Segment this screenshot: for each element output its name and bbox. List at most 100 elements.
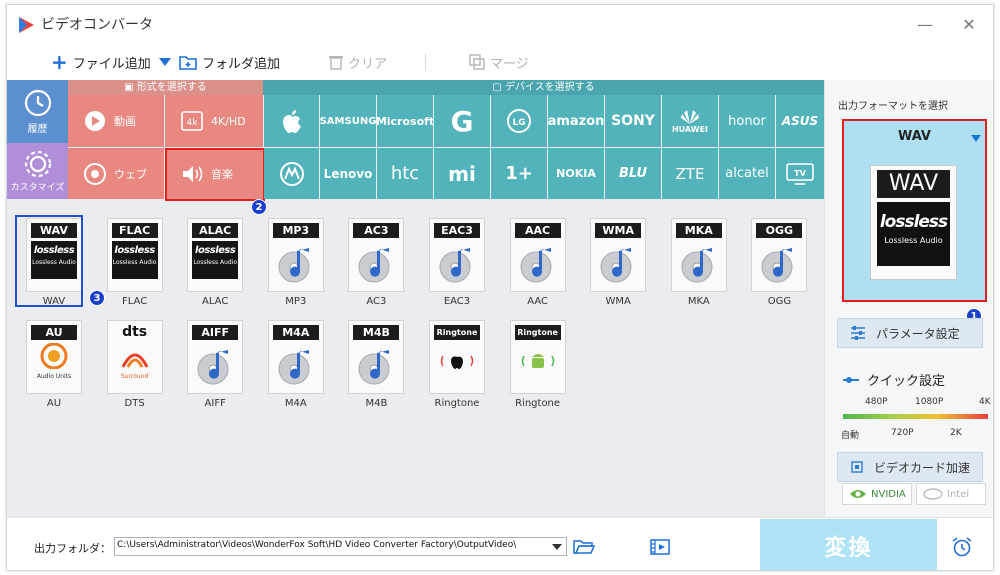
format-tile-name: M4A bbox=[284, 398, 307, 409]
format-tile-ringtone[interactable]: Ringtone Ringtone bbox=[420, 320, 494, 409]
format-icon-label: WMA bbox=[595, 223, 642, 238]
step-badge-3: 3 bbox=[89, 290, 105, 306]
format-tile-wma[interactable]: WMA WMA bbox=[581, 218, 655, 307]
format-icon-sub: Audio Units bbox=[36, 373, 72, 380]
chevron-down-icon[interactable] bbox=[552, 544, 562, 550]
format-tile-ac3[interactable]: AC3 AC3 bbox=[339, 218, 413, 307]
category-web[interactable]: ウェブ bbox=[68, 148, 164, 199]
quick-settings-icon bbox=[843, 376, 859, 383]
format-tile-mp3[interactable]: MP3 MP3 bbox=[259, 218, 333, 307]
history-tab[interactable]: 履歴 bbox=[7, 80, 68, 143]
format-icon-box: AAC bbox=[509, 218, 566, 292]
category-hd-label: 4K/HD bbox=[211, 114, 246, 128]
device-lg[interactable]: LG bbox=[491, 95, 547, 147]
format-tile-name: FLAC bbox=[121, 296, 148, 307]
app-window: ビデオコンバータ — ✕ + ファイル追加 フォルダ追加 クリア マージ ▣ 形… bbox=[6, 4, 994, 571]
close-button[interactable]: ✕ bbox=[957, 13, 981, 37]
format-icon-label: AAC bbox=[514, 223, 561, 238]
format-tile-ogg[interactable]: OGG OGG bbox=[742, 218, 816, 307]
format-icon-label: AU bbox=[31, 325, 77, 340]
format-tile-m4b[interactable]: M4B M4B bbox=[339, 320, 413, 409]
category-web-label: ウェブ bbox=[114, 167, 147, 181]
format-tile-dts[interactable]: dts Surround DTS bbox=[98, 320, 172, 409]
device-alcatel[interactable]: alcatel bbox=[719, 148, 775, 199]
device-asus[interactable]: ASUS bbox=[776, 95, 824, 147]
music-disc-icon bbox=[353, 243, 399, 289]
format-icon-label: Ringtone bbox=[434, 325, 480, 340]
device-amazon[interactable]: amazon bbox=[548, 95, 604, 147]
alarm-clock-icon[interactable] bbox=[951, 536, 973, 558]
format-icon-label: M4B bbox=[353, 325, 400, 340]
device-nokia[interactable]: NOKIA bbox=[548, 148, 604, 199]
folder-plus-icon bbox=[179, 56, 197, 70]
category-video[interactable]: 動画 bbox=[68, 95, 164, 147]
quick-slider-track[interactable] bbox=[843, 414, 988, 419]
device-microsoft[interactable]: Microsoft bbox=[376, 95, 434, 147]
format-icon-label: AC3 bbox=[353, 223, 400, 238]
chip-icon bbox=[851, 461, 863, 473]
add-folder-button[interactable]: フォルダ追加 bbox=[179, 52, 280, 72]
custom-tab[interactable]: カスタマイズ bbox=[7, 143, 68, 199]
device-zte[interactable]: ZTE bbox=[662, 148, 718, 199]
device-honor[interactable]: honor bbox=[719, 95, 775, 147]
format-select-header: ▣ 形式を選択する bbox=[68, 80, 263, 95]
output-folder-label: 出力フォルダ： bbox=[34, 542, 111, 555]
device-sony[interactable]: SONY bbox=[605, 95, 661, 147]
convert-button[interactable]: 変換 bbox=[760, 519, 937, 570]
merge-button[interactable]: マージ bbox=[469, 52, 529, 72]
music-disc-icon bbox=[273, 345, 319, 391]
clear-label: クリア bbox=[348, 56, 388, 72]
device-oneplus[interactable]: 1+ bbox=[491, 148, 547, 199]
minimize-button[interactable]: — bbox=[913, 13, 937, 37]
format-tile-m4a[interactable]: M4A M4A bbox=[259, 320, 333, 409]
format-icon-label: dts bbox=[122, 324, 148, 340]
toolbar-divider bbox=[425, 53, 426, 71]
clear-button[interactable]: クリア bbox=[329, 52, 387, 72]
format-tile-name: MKA bbox=[687, 296, 710, 307]
device-motorola[interactable] bbox=[264, 148, 319, 199]
intel-label: Intel bbox=[947, 488, 970, 500]
format-icon-label: M4A bbox=[272, 325, 319, 340]
add-files-button[interactable]: + ファイル追加 bbox=[51, 52, 151, 72]
format-tile-eac3[interactable]: EAC3 EAC3 bbox=[420, 218, 494, 307]
motorola-icon bbox=[279, 161, 304, 186]
format-tile-name: Ringtone bbox=[434, 398, 480, 409]
category-hd[interactable]: 4k 4K/HD bbox=[165, 95, 263, 147]
format-tile-name: M4B bbox=[365, 398, 388, 409]
format-tile-flac[interactable]: FLAC lossless Lossless Audio FLAC bbox=[98, 218, 172, 307]
device-samsung[interactable]: SAMSUNG bbox=[320, 95, 376, 147]
device-xiaomi[interactable]: mi bbox=[434, 148, 490, 199]
format-tile-aiff[interactable]: AIFF AIFF bbox=[178, 320, 252, 409]
output-path-field[interactable]: C:\Users\Administrator\Videos\WonderFox … bbox=[114, 537, 567, 556]
device-blu[interactable]: BLU bbox=[605, 148, 661, 199]
custom-label: カスタマイズ bbox=[10, 183, 65, 193]
format-icon-sub: Lossless Audio bbox=[112, 259, 157, 266]
music-highlight-box bbox=[165, 148, 265, 201]
toolbar: + ファイル追加 フォルダ追加 クリア マージ bbox=[7, 43, 993, 81]
parameter-settings-button[interactable]: パラメータ設定 bbox=[837, 318, 983, 348]
device-apple[interactable] bbox=[264, 95, 319, 147]
device-huawei[interactable]: HUAWEI bbox=[662, 95, 718, 147]
add-files-dropdown[interactable] bbox=[159, 52, 171, 72]
quick-label-480p: 480P bbox=[865, 397, 888, 407]
wav-selected-outline bbox=[15, 215, 83, 307]
format-icon-box: MKA bbox=[670, 218, 727, 292]
intel-toggle[interactable]: Intel bbox=[916, 483, 986, 505]
quick-label-auto: 自動 bbox=[841, 431, 860, 441]
format-tile-ringtone[interactable]: Ringtone Ringtone bbox=[501, 320, 575, 409]
format-tile-aac[interactable]: AAC AAC bbox=[501, 218, 575, 307]
format-tile-au[interactable]: AU Audio Units AU bbox=[17, 320, 91, 409]
video-output-icon[interactable] bbox=[650, 538, 670, 556]
format-icon-box: ALAC lossless Lossless Audio bbox=[187, 218, 244, 292]
device-tv[interactable]: TV bbox=[776, 148, 824, 199]
open-folder-icon[interactable] bbox=[573, 539, 595, 555]
device-lenovo[interactable]: Lenovo bbox=[320, 148, 376, 199]
device-select-header: ▢ デバイスを選択する bbox=[263, 80, 824, 95]
device-google[interactable]: G bbox=[434, 95, 490, 147]
nvidia-toggle[interactable]: NVIDIA bbox=[842, 483, 912, 505]
format-icon-label: ALAC bbox=[192, 223, 239, 238]
device-htc[interactable]: htc bbox=[377, 148, 433, 199]
gpu-acceleration-button[interactable]: ビデオカード加速 bbox=[837, 452, 983, 482]
format-tile-alac[interactable]: ALAC lossless Lossless Audio ALAC bbox=[178, 218, 252, 307]
format-tile-mka[interactable]: MKA MKA bbox=[662, 218, 736, 307]
